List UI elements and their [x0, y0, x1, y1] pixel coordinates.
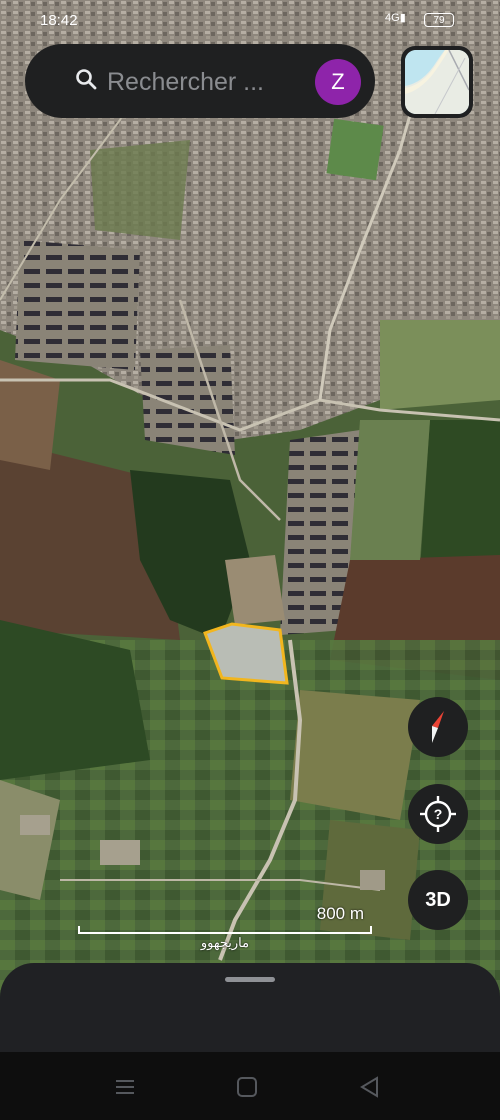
compass-button[interactable]: [408, 697, 468, 757]
my-location-button[interactable]: ?: [408, 784, 468, 844]
system-nav-bar: [0, 1052, 500, 1120]
layers-button[interactable]: [401, 46, 473, 118]
bottom-sheet[interactable]: [0, 963, 500, 1063]
location-unknown-icon[interactable]: ?: [408, 784, 468, 844]
back-icon[interactable]: [355, 1074, 385, 1100]
search-bar[interactable]: Rechercher ... Z: [25, 44, 375, 118]
sheet-drag-handle[interactable]: [225, 977, 275, 982]
status-time: 18:42: [40, 12, 78, 29]
scale-distance: 800 m: [316, 904, 364, 923]
scale-bar: 800 m ماريجهوو: [78, 901, 374, 953]
compass-icon[interactable]: [408, 697, 468, 757]
recent-apps-icon[interactable]: [110, 1074, 140, 1100]
map-place-label: ماريجهوو: [200, 935, 250, 950]
battery-icon: 79: [424, 13, 454, 27]
home-icon[interactable]: [232, 1074, 262, 1100]
svg-text:?: ?: [434, 806, 443, 822]
battery-level: 79: [433, 15, 445, 26]
search-icon[interactable]: [73, 66, 101, 94]
3d-toggle-button[interactable]: 3D: [408, 870, 468, 930]
satellite-map[interactable]: [0, 0, 500, 1000]
status-bar: 18:42 4G▮ 79: [0, 0, 500, 40]
search-placeholder[interactable]: Rechercher ...: [107, 68, 264, 97]
signal-label: 4G: [385, 12, 400, 24]
signal-icon: 4G▮: [385, 12, 406, 24]
scale-line: [78, 926, 372, 934]
layers-thumbnail-icon[interactable]: [405, 50, 469, 114]
avatar[interactable]: Z: [315, 59, 361, 105]
satellite-imagery: [0, 0, 500, 1000]
